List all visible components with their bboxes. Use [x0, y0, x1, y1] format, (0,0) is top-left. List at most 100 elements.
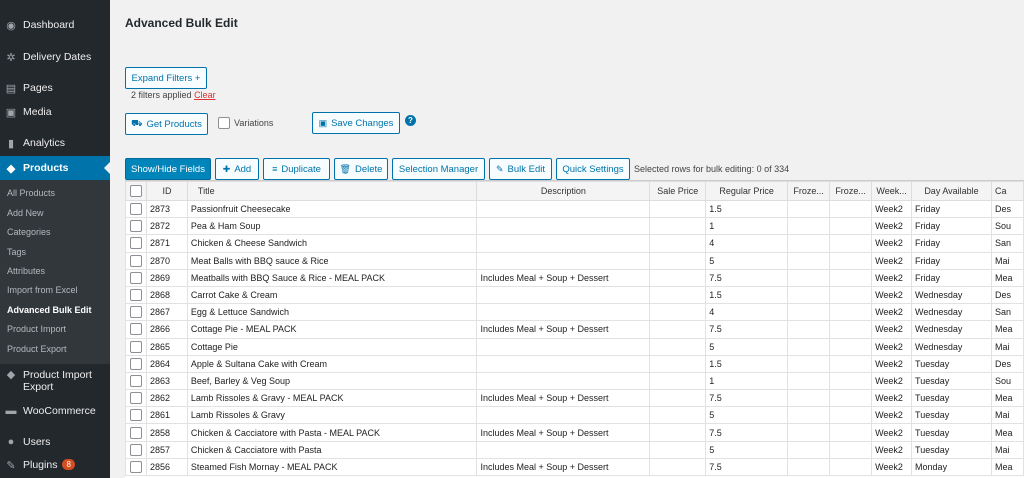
row-checkbox[interactable] [129, 323, 142, 336]
cell-sale-price[interactable] [649, 354, 707, 373]
table-row[interactable]: 2873 Passionfruit Cheesecake 1.5 Week2 Frida… [125, 199, 1024, 219]
table-row[interactable]: 2856 Steamed Fish Mornay - MEAL PACK Inclu… [125, 457, 1024, 477]
cell-description[interactable] [476, 371, 651, 391]
cell-regular-price[interactable]: 1 [705, 371, 789, 391]
cell-category[interactable]: Mai [990, 337, 1024, 356]
cell-regular-price[interactable]: 1 [705, 217, 789, 236]
cell-day-available[interactable]: Friday [911, 234, 992, 253]
cell-frozen-2[interactable] [829, 406, 873, 425]
table-row[interactable]: 2871 Chicken & Cheese Sandwich 4 Week2 Frida… [125, 234, 1024, 253]
cell-category[interactable]: Mai [990, 406, 1024, 425]
cell-title[interactable]: Chicken & Cacciatore with Pasta - MEAL P… [186, 423, 478, 442]
cell-id[interactable]: 2864 [145, 354, 188, 373]
cell-day-available[interactable]: Tuesday [911, 406, 992, 425]
cell-category[interactable]: Des [990, 285, 1024, 305]
cell-title[interactable]: Steamed Fish Mornay - MEAL PACK [186, 457, 478, 477]
cell-category[interactable]: Mai [990, 251, 1024, 270]
row-checkbox[interactable] [129, 340, 142, 353]
cell-frozen-2[interactable] [829, 440, 873, 459]
submenu-item-categories[interactable]: Categories [7, 227, 51, 237]
table-row[interactable]: 2857 Chicken & Cacciatore with Pasta 5 Week… [125, 440, 1024, 459]
cell-regular-price[interactable]: 1.5 [705, 285, 789, 305]
row-select-cell[interactable] [125, 303, 147, 322]
cell-week[interactable]: Week2 [871, 423, 913, 442]
cell-category[interactable]: Mea [990, 320, 1024, 339]
cell-day-available[interactable]: Tuesday [911, 440, 992, 459]
cell-description[interactable]: Includes Meal + Soup + Dessert [476, 320, 651, 339]
cell-frozen-2[interactable] [829, 251, 873, 270]
cell-week[interactable]: Week2 [871, 234, 913, 253]
add-button[interactable]: ✚ Add [215, 158, 259, 180]
cell-id[interactable]: 2857 [145, 440, 188, 459]
cell-regular-price[interactable]: 4 [705, 303, 789, 322]
cell-day-available[interactable]: Wednesday [911, 320, 992, 339]
cell-frozen-1[interactable] [787, 337, 831, 356]
cell-frozen-1[interactable] [787, 457, 831, 477]
cell-sale-price[interactable] [649, 268, 707, 287]
submenu-item-product-export[interactable]: Product Export [7, 344, 67, 354]
column-header-id[interactable]: ID [145, 181, 188, 201]
cell-sale-price[interactable] [649, 423, 707, 442]
quick-settings-button[interactable]: Quick Settings [556, 158, 630, 180]
save-changes-button[interactable]: ▣ Save Changes [312, 112, 400, 134]
cell-week[interactable]: Week2 [871, 199, 913, 219]
cell-day-available[interactable]: Tuesday [911, 423, 992, 442]
table-row[interactable]: 2863 Beef, Barley & Veg Soup 1 Week2 Tuesday… [125, 371, 1024, 391]
cell-frozen-2[interactable] [829, 354, 873, 373]
cell-id[interactable]: 2865 [145, 337, 188, 356]
row-select-cell[interactable] [125, 285, 147, 305]
cell-category[interactable]: Mai [990, 440, 1024, 459]
cell-frozen-2[interactable] [829, 423, 873, 442]
cell-category[interactable]: Mea [990, 389, 1024, 408]
sidebar-item-plugins[interactable]: ✎ Plugins 8 [0, 459, 110, 472]
cell-regular-price[interactable]: 5 [705, 406, 789, 425]
cell-title[interactable]: Meatballs with BBQ Sauce & Rice - MEAL P… [186, 268, 478, 287]
cell-day-available[interactable]: Friday [911, 251, 992, 270]
row-select-cell[interactable] [125, 389, 147, 408]
cell-description[interactable] [476, 285, 651, 305]
row-checkbox[interactable] [129, 237, 142, 250]
cell-week[interactable]: Week2 [871, 457, 913, 477]
cell-day-available[interactable]: Monday [911, 457, 992, 477]
cell-frozen-1[interactable] [787, 303, 831, 322]
cell-frozen-2[interactable] [829, 371, 873, 391]
cell-regular-price[interactable]: 7.5 [705, 457, 789, 477]
row-select-cell[interactable] [125, 268, 147, 287]
cell-id[interactable]: 2873 [145, 199, 188, 219]
cell-frozen-2[interactable] [829, 457, 873, 477]
cell-frozen-2[interactable] [829, 389, 873, 408]
cell-regular-price[interactable]: 4 [705, 234, 789, 253]
selection-manager-button[interactable]: Selection Manager [392, 158, 485, 180]
cell-day-available[interactable]: Tuesday [911, 354, 992, 373]
row-select-cell[interactable] [125, 217, 147, 236]
cell-description[interactable] [476, 440, 651, 459]
cell-description[interactable] [476, 234, 651, 253]
row-checkbox[interactable] [129, 392, 142, 405]
duplicate-button[interactable]: ≡ Duplicate [263, 158, 330, 180]
cell-category[interactable]: Des [990, 199, 1024, 219]
row-select-cell[interactable] [125, 251, 147, 270]
row-checkbox[interactable] [129, 374, 142, 387]
cell-week[interactable]: Week2 [871, 320, 913, 339]
row-checkbox[interactable] [129, 443, 142, 456]
cell-id[interactable]: 2866 [145, 320, 188, 339]
cell-frozen-1[interactable] [787, 217, 831, 236]
cell-title[interactable]: Apple & Sultana Cake with Cream [186, 354, 478, 373]
cell-title[interactable]: Lamb Rissoles & Gravy [186, 406, 478, 425]
row-select-cell[interactable] [125, 457, 147, 477]
cell-sale-price[interactable] [649, 234, 707, 253]
cell-frozen-2[interactable] [829, 217, 873, 236]
expand-filters-button[interactable]: Expand Filters + [125, 67, 207, 89]
cell-title[interactable]: Lamb Rissoles & Gravy - MEAL PACK [186, 389, 478, 408]
table-row[interactable]: 2862 Lamb Rissoles & Gravy - MEAL PACK Inc… [125, 389, 1024, 408]
cell-category[interactable]: Des [990, 354, 1024, 373]
select-all-checkbox[interactable] [129, 185, 142, 197]
cell-id[interactable]: 2869 [145, 268, 188, 287]
column-header-sale-price[interactable]: Sale Price [649, 181, 707, 201]
variations-checkbox[interactable] [218, 117, 230, 129]
cell-week[interactable]: Week2 [871, 285, 913, 305]
row-select-cell[interactable] [125, 440, 147, 459]
row-select-cell[interactable] [125, 371, 147, 391]
row-checkbox[interactable] [129, 426, 142, 439]
cell-sale-price[interactable] [649, 251, 707, 270]
